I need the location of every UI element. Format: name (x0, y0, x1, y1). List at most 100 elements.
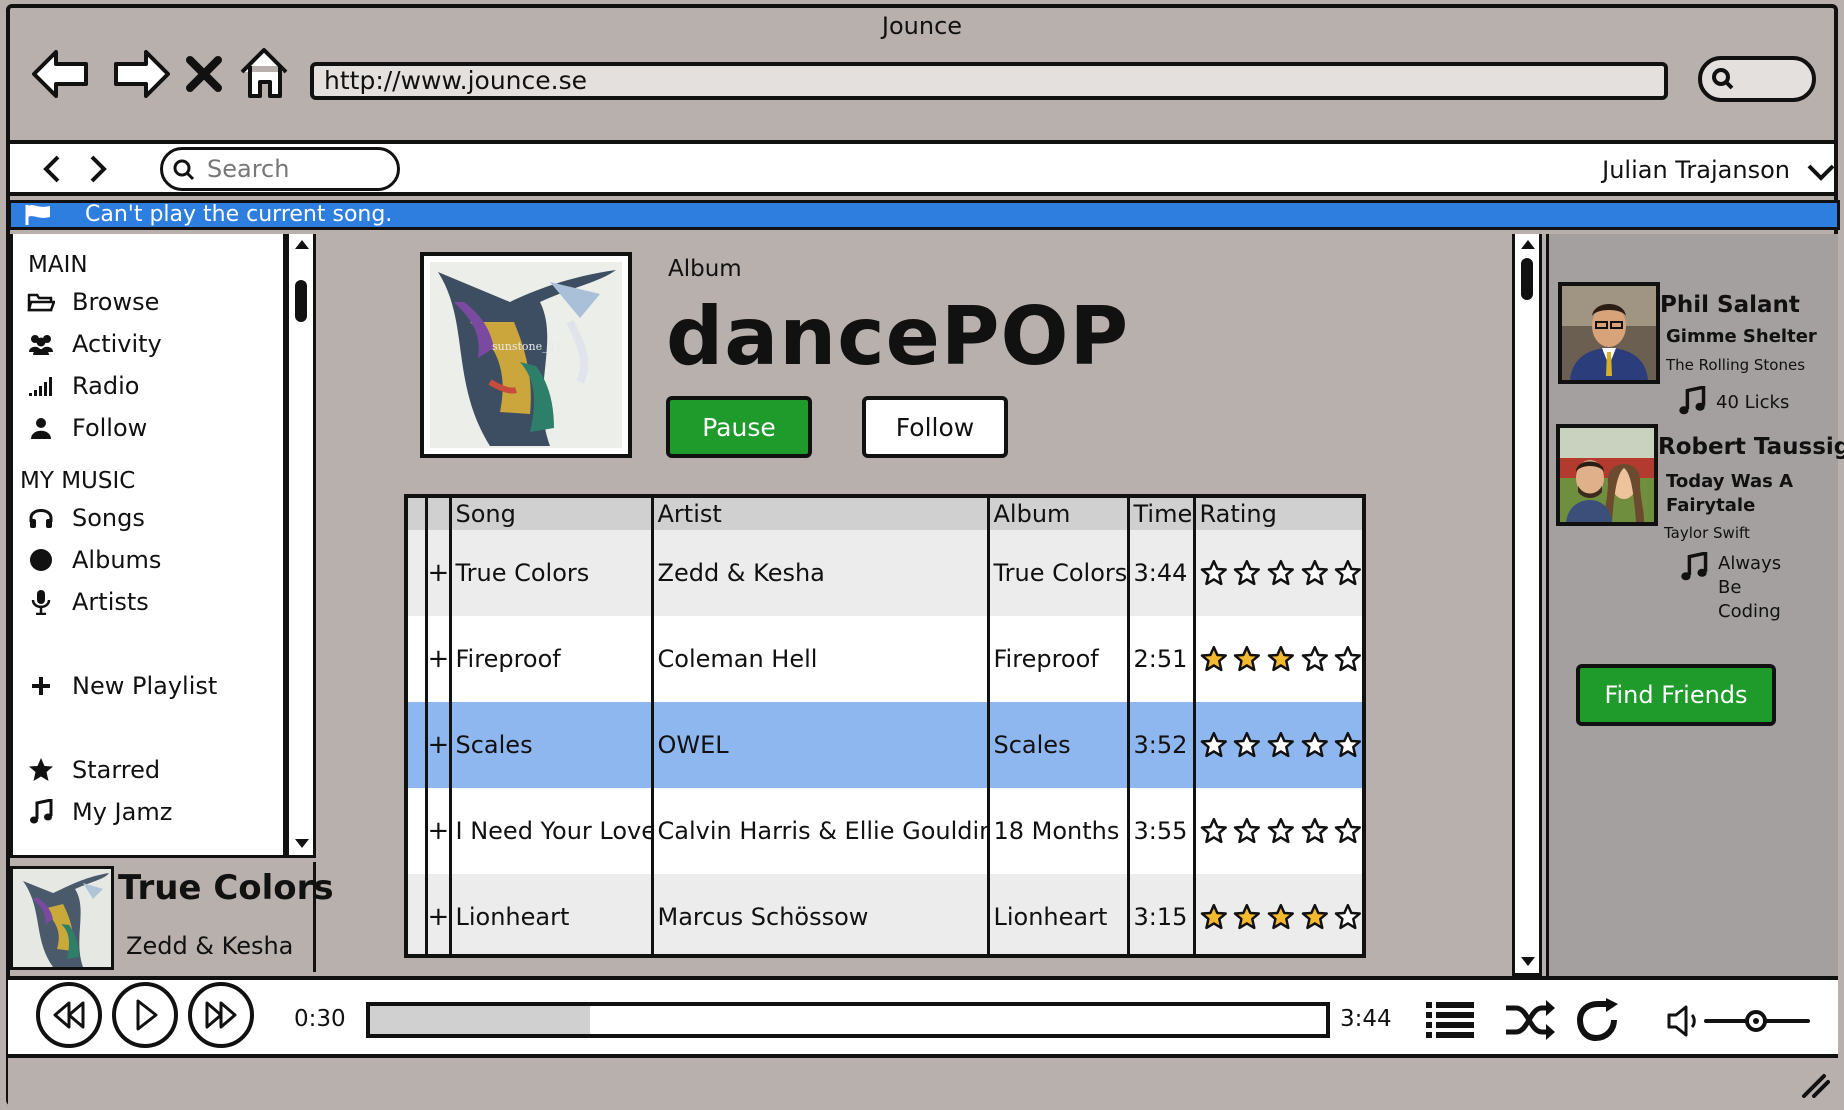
table-header-time[interactable]: Time (1128, 498, 1196, 530)
star-empty-icon[interactable] (1233, 731, 1261, 759)
star-empty-icon[interactable] (1301, 731, 1329, 759)
volume-slider[interactable] (1704, 1006, 1810, 1040)
song-title[interactable]: Fireproof (450, 616, 654, 702)
progress-bar[interactable] (366, 1002, 1330, 1038)
friend-name[interactable]: Robert Taussig (1658, 434, 1844, 460)
star-empty-icon[interactable] (1200, 559, 1228, 587)
star-filled-icon[interactable] (1200, 903, 1228, 931)
scroll-up-arrow-icon[interactable] (1518, 236, 1538, 252)
friend-artist[interactable]: Taylor Swift (1664, 524, 1750, 542)
table-row[interactable]: + I Need Your Love Calvin Harris & Ellie… (408, 788, 1362, 874)
friend-name[interactable]: Phil Salant (1660, 292, 1800, 318)
scroll-down-arrow-icon[interactable] (292, 836, 312, 852)
song-rating[interactable] (1194, 874, 1362, 954)
star-empty-icon[interactable] (1334, 559, 1362, 587)
star-empty-icon[interactable] (1200, 817, 1228, 845)
star-empty-icon[interactable] (1334, 645, 1362, 673)
star-empty-icon[interactable] (1267, 559, 1295, 587)
song-rating[interactable] (1194, 702, 1362, 788)
sidebar-item-starred[interactable]: Starred (26, 752, 160, 788)
star-filled-icon[interactable] (1301, 903, 1329, 931)
song-rating[interactable] (1194, 530, 1362, 616)
star-empty-icon[interactable] (1267, 731, 1295, 759)
star-filled-icon[interactable] (1233, 903, 1261, 931)
sidebar-item-activity[interactable]: Activity (26, 326, 162, 362)
repeat-icon[interactable] (1576, 998, 1624, 1046)
song-album[interactable]: Scales (988, 702, 1130, 788)
star-empty-icon[interactable] (1233, 559, 1261, 587)
song-artist[interactable]: Calvin Harris & Ellie Goulding (652, 788, 990, 874)
song-title[interactable]: I Need Your Love (450, 788, 654, 874)
star-filled-icon[interactable] (1267, 645, 1295, 673)
star-empty-icon[interactable] (1267, 817, 1295, 845)
table-row[interactable]: + Fireproof Coleman Hell Fireproof 2:51 (408, 616, 1362, 702)
song-artist[interactable]: Marcus Schössow (652, 874, 990, 954)
song-album[interactable]: Fireproof (988, 616, 1130, 702)
forward-arrow-icon[interactable] (108, 42, 172, 106)
sidebar-item-radio[interactable]: Radio (26, 368, 139, 404)
sidebar-item-follow[interactable]: Follow (26, 410, 147, 446)
scroll-thumb[interactable] (1521, 258, 1533, 300)
song-artist[interactable]: Zedd & Kesha (652, 530, 990, 616)
queue-list-icon[interactable] (1424, 998, 1476, 1046)
find-friends-button[interactable]: Find Friends (1576, 664, 1776, 726)
add-song-button[interactable]: + (426, 702, 452, 788)
sidebar-item-albums[interactable]: Albums (26, 542, 161, 578)
table-header-album[interactable]: Album (988, 498, 1130, 530)
star-empty-icon[interactable] (1301, 559, 1329, 587)
now-playing-title[interactable]: True Colors (118, 868, 334, 908)
sidebar-item-browse[interactable]: Browse (26, 284, 159, 320)
star-filled-icon[interactable] (1200, 645, 1228, 673)
fast-forward-button[interactable] (188, 982, 254, 1048)
song-title[interactable]: Lionheart (450, 874, 654, 954)
app-back-chevron-icon[interactable] (40, 154, 64, 188)
new-playlist-button[interactable]: New Playlist (26, 668, 217, 704)
add-song-button[interactable]: + (426, 530, 452, 616)
song-album[interactable]: Lionheart (988, 874, 1130, 954)
table-header-artist[interactable]: Artist (652, 498, 990, 530)
url-bar[interactable]: http://www.jounce.se (310, 62, 1668, 100)
song-artist[interactable]: OWEL (652, 702, 990, 788)
home-icon[interactable] (236, 42, 300, 106)
friend-track[interactable]: 40 Licks (1678, 385, 1789, 421)
resize-grip-icon[interactable] (1800, 1072, 1830, 1102)
song-album[interactable]: True Colors (988, 530, 1130, 616)
volume-icon[interactable] (1666, 1004, 1702, 1042)
table-row-selected[interactable]: + Scales OWEL Scales 3:52 (408, 702, 1362, 788)
sidebar-scrollbar[interactable] (286, 234, 316, 858)
now-playing-cover[interactable] (10, 866, 114, 970)
main-scrollbar[interactable] (1512, 234, 1542, 976)
add-song-button[interactable]: + (426, 788, 452, 874)
chevron-down-icon[interactable] (1806, 160, 1836, 188)
star-empty-icon[interactable] (1334, 817, 1362, 845)
song-rating[interactable] (1194, 788, 1362, 874)
star-empty-icon[interactable] (1334, 731, 1362, 759)
friend-song[interactable]: Today Was A Fairytale (1666, 470, 1796, 518)
table-header-song[interactable]: Song (450, 498, 654, 530)
user-menu[interactable]: Julian Trajanson (1602, 152, 1790, 188)
friend-song[interactable]: Gimme Shelter (1666, 326, 1817, 347)
table-row[interactable]: + True Colors Zedd & Kesha True Colors 3… (408, 530, 1362, 616)
sidebar-item-songs[interactable]: Songs (26, 500, 145, 536)
sidebar-item-my-jamz[interactable]: My Jamz (26, 794, 172, 830)
friend-track[interactable]: Always Be Coding (1680, 551, 1788, 624)
now-playing-artist[interactable]: Zedd & Kesha (126, 932, 293, 960)
play-button[interactable] (112, 982, 178, 1048)
scroll-thumb[interactable] (295, 280, 307, 322)
table-header-rating[interactable]: Rating (1194, 498, 1362, 530)
scroll-down-arrow-icon[interactable] (1518, 954, 1538, 970)
follow-button[interactable]: Follow (862, 396, 1008, 458)
star-filled-icon[interactable] (1267, 903, 1295, 931)
table-row[interactable]: + Lionheart Marcus Schössow Lionheart 3:… (408, 874, 1362, 954)
star-empty-icon[interactable] (1301, 645, 1329, 673)
star-empty-icon[interactable] (1200, 731, 1228, 759)
song-artist[interactable]: Coleman Hell (652, 616, 990, 702)
pause-button[interactable]: Pause (666, 396, 812, 458)
browser-search-field[interactable] (1698, 56, 1816, 102)
song-rating[interactable] (1194, 616, 1362, 702)
back-arrow-icon[interactable] (30, 42, 94, 106)
star-empty-icon[interactable] (1334, 903, 1362, 931)
star-empty-icon[interactable] (1301, 817, 1329, 845)
search-input[interactable]: Search (160, 147, 400, 191)
sidebar-item-artists[interactable]: Artists (26, 584, 149, 620)
